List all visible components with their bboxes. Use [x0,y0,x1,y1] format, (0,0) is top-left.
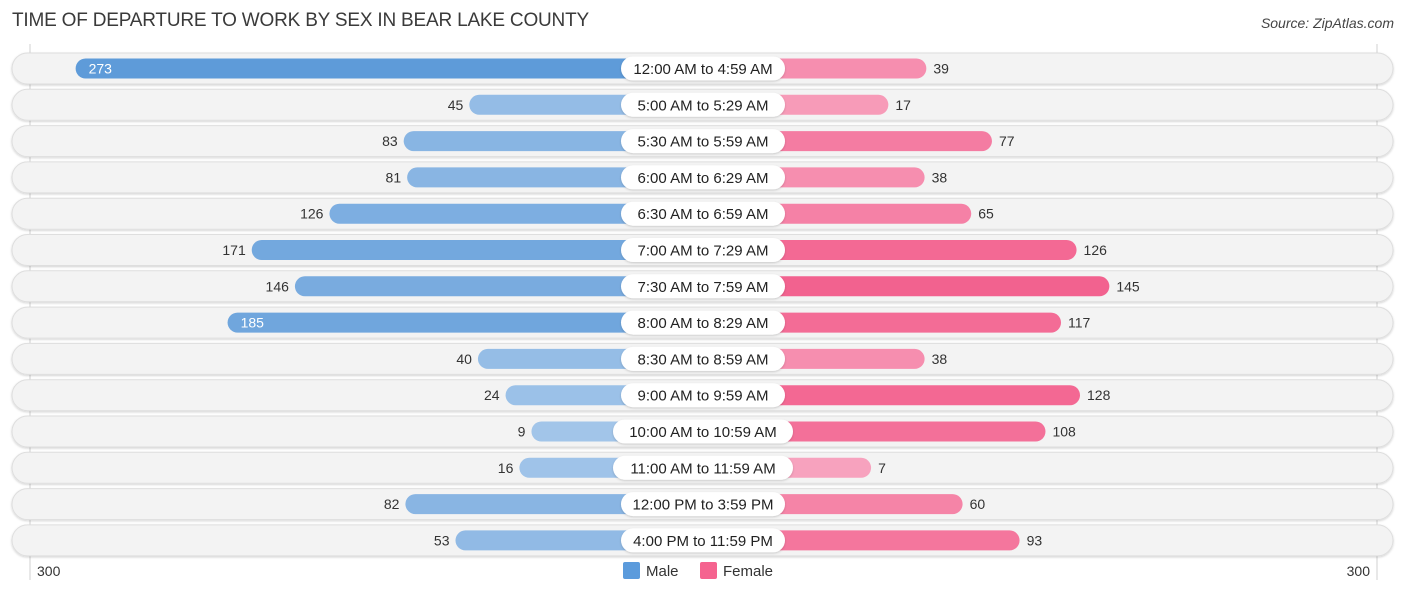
value-label-male: 185 [241,315,265,331]
category-label: 10:00 AM to 10:59 AM [629,424,777,441]
value-label-male: 83 [382,133,398,149]
value-label-male: 171 [222,242,246,258]
value-label-male: 40 [456,351,472,367]
value-label-female: 93 [1027,532,1043,548]
chart-row: 16 7 11:00 AM to 11:59 AM [11,451,1394,484]
chart-row: 53 93 4:00 PM to 11:59 PM [11,524,1394,557]
category-label: 6:30 AM to 6:59 AM [638,206,769,223]
category-label: 5:30 AM to 5:59 AM [638,134,769,151]
chart-row: 146 145 7:30 AM to 7:59 AM [11,270,1394,303]
chart-row: 126 65 6:30 AM to 6:59 AM [11,197,1394,230]
legend-label-male: Male [646,563,679,580]
value-label-male: 82 [384,496,400,512]
chart-row: 81 38 6:00 AM to 6:29 AM [11,161,1394,194]
value-label-male: 45 [448,97,464,113]
chart-row: 9 108 10:00 AM to 10:59 AM [11,415,1394,448]
axis-tick-right: 300 [1347,563,1371,579]
value-label-female: 145 [1116,278,1140,294]
category-label: 9:00 AM to 9:59 AM [638,388,769,405]
value-label-male: 9 [518,424,526,440]
category-label: 12:00 PM to 3:59 PM [633,497,774,514]
category-label: 8:30 AM to 8:59 AM [638,351,769,368]
chart-row: 82 60 12:00 PM to 3:59 PM [11,488,1394,521]
value-label-male: 126 [300,206,324,222]
axis-tick-left: 300 [37,563,61,579]
value-label-female: 108 [1052,424,1076,440]
value-label-female: 38 [932,351,948,367]
value-label-female: 65 [978,206,994,222]
value-label-female: 128 [1087,387,1111,403]
category-label: 8:00 AM to 8:29 AM [638,315,769,332]
chart-row: 185 117 8:00 AM to 8:29 AM [11,306,1394,339]
legend-label-female: Female [723,563,773,580]
value-label-male: 273 [89,61,113,77]
chart-row: 83 77 5:30 AM to 5:59 AM [11,125,1394,158]
chart: 273 39 12:00 AM to 4:59 AM 45 17 5:00 AM to 5… [11,44,1394,580]
category-label: 5:00 AM to 5:29 AM [638,97,769,114]
chart-row: 171 126 7:00 AM to 7:29 AM [11,234,1394,266]
legend: Male Female [623,562,773,580]
legend-swatch-female [700,562,717,579]
chart-row: 40 38 8:30 AM to 8:59 AM [11,342,1394,375]
value-label-male: 16 [498,460,514,476]
legend-swatch-male [623,562,640,579]
category-label: 7:00 AM to 7:29 AM [638,243,769,260]
category-label: 11:00 AM to 11:59 AM [630,460,775,477]
bar-male [75,58,704,79]
value-label-male: 81 [386,169,402,185]
chart-row: 273 39 12:00 AM to 4:59 AM [11,52,1394,85]
value-label-female: 77 [999,133,1015,149]
value-label-male: 146 [266,278,290,294]
chart-row: 45 17 5:00 AM to 5:29 AM [11,88,1394,121]
category-label: 12:00 AM to 4:59 AM [633,61,772,78]
category-label: 6:00 AM to 6:29 AM [638,170,769,187]
value-label-female: 17 [895,97,911,113]
value-label-female: 126 [1084,242,1108,258]
value-label-female: 39 [933,61,949,77]
value-label-male: 53 [434,532,450,548]
category-label: 7:30 AM to 7:59 AM [638,279,769,296]
value-label-female: 38 [932,169,948,185]
value-label-male: 24 [484,387,500,403]
value-label-female: 60 [970,496,986,512]
category-label: 4:00 PM to 11:59 PM [633,533,773,550]
chart-row: 24 128 9:00 AM to 9:59 AM [11,379,1394,412]
value-label-female: 117 [1068,315,1091,331]
value-label-female: 7 [878,460,886,476]
